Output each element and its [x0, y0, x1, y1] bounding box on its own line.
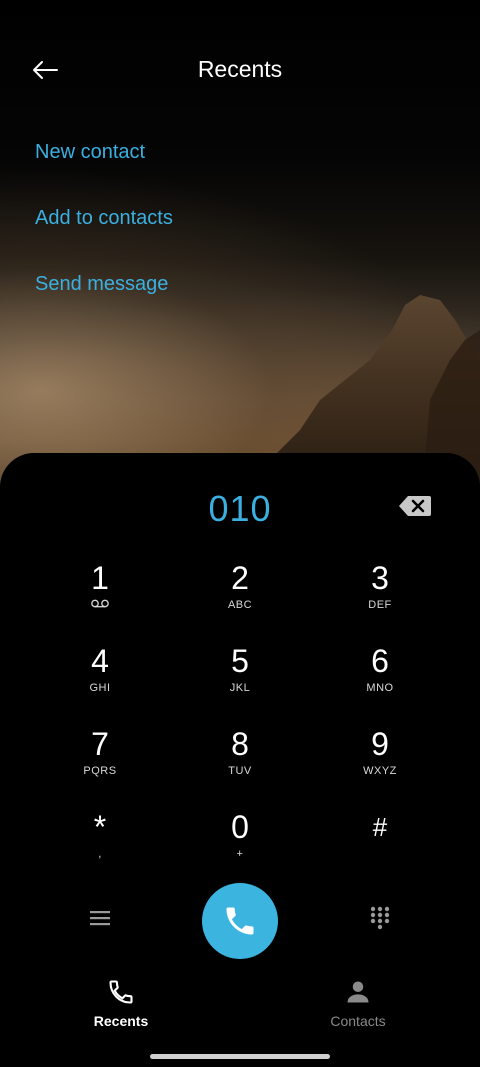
new-contact-link[interactable]: New contact [35, 141, 145, 164]
key-letters: + [236, 848, 244, 860]
key-digit: 0 [231, 809, 249, 845]
backspace-icon [399, 496, 431, 516]
key-digit: 4 [91, 643, 109, 679]
key-letters: WXYZ [363, 765, 397, 777]
key-letters: DEF [368, 599, 392, 611]
key-letters: MNO [366, 682, 394, 694]
key-digit: 7 [91, 726, 109, 762]
call-button[interactable] [202, 883, 278, 959]
key-digit: 2 [231, 560, 249, 596]
menu-icon [90, 911, 110, 926]
key-digit: * [93, 809, 107, 845]
key-letters: ABC [227, 599, 253, 611]
add-to-contacts-link[interactable]: Add to contacts [35, 207, 173, 230]
dialpad-icon [370, 906, 390, 930]
person-icon [347, 981, 369, 1003]
key-1[interactable]: 1 [40, 561, 160, 631]
key-digit: 5 [231, 643, 249, 679]
key-star[interactable]: * , [40, 810, 160, 880]
key-8[interactable]: 8 TUV [180, 727, 300, 797]
key-2[interactable]: 2 ABC [180, 561, 300, 631]
key-0[interactable]: 0 + [180, 810, 300, 880]
page-title: Recents [197, 56, 283, 82]
nav-recents-tab[interactable]: Recents [61, 978, 181, 1029]
key-3[interactable]: 3 DEF [320, 561, 440, 631]
nav-recents-label: Recents [93, 1013, 149, 1029]
key-5[interactable]: 5 JKL [180, 644, 300, 714]
key-digit: 1 [91, 560, 109, 596]
key-digit: # [372, 812, 388, 842]
keypad-toggle-button[interactable] [360, 898, 400, 938]
key-6[interactable]: 6 MNO [320, 644, 440, 714]
phone-icon [226, 907, 254, 935]
backspace-button[interactable] [398, 495, 434, 521]
key-hash[interactable]: # [320, 810, 440, 880]
key-4[interactable]: 4 GHI [40, 644, 160, 714]
key-digit: 8 [231, 726, 249, 762]
home-indicator[interactable] [150, 1054, 330, 1059]
key-letters: GHI [89, 682, 111, 694]
dialer-panel: 010 1 2 ABC 3 DEF 4 GHI 5 JKL 6 MNO 7 PQ… [0, 453, 480, 1067]
phone-icon [109, 980, 133, 1004]
send-message-link[interactable]: Send message [35, 273, 168, 296]
key-7[interactable]: 7 PQRS [40, 727, 160, 797]
nav-contacts-label: Contacts [330, 1013, 386, 1029]
key-letters: TUV [228, 765, 252, 777]
key-letters: PQRS [83, 765, 117, 777]
nav-contacts-tab[interactable]: Contacts [298, 978, 418, 1029]
key-digit: 9 [371, 726, 389, 762]
key-letters: JKL [229, 682, 251, 694]
key-letters: , [98, 848, 102, 860]
menu-button[interactable] [80, 898, 120, 938]
voicemail-icon [91, 599, 109, 608]
key-digit: 6 [371, 643, 389, 679]
key-9[interactable]: 9 WXYZ [320, 727, 440, 797]
key-digit: 3 [371, 560, 389, 596]
